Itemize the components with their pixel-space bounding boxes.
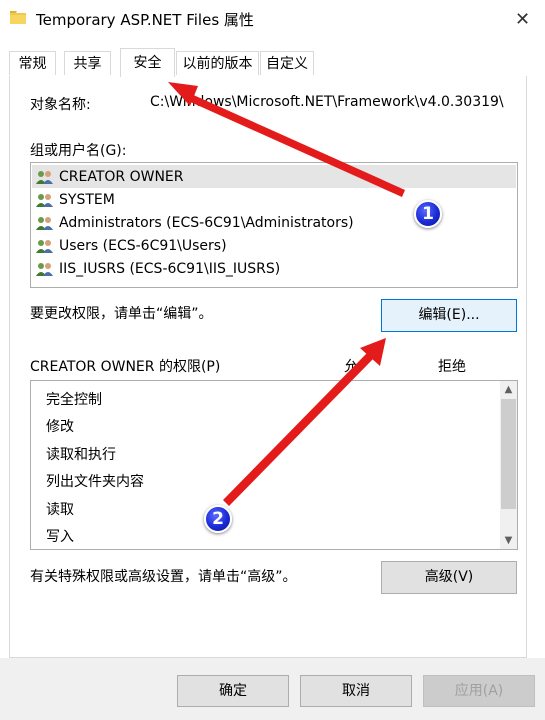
- apply-button[interactable]: 应用(A): [423, 675, 535, 707]
- user-group-icon: [35, 215, 55, 231]
- folder-icon: [10, 11, 26, 24]
- scroll-thumb[interactable]: [501, 399, 516, 509]
- object-name-label: 对象名称:: [30, 97, 91, 113]
- step-badge-1: 1: [414, 200, 442, 228]
- user-label: Users (ECS-6C91\Users): [59, 237, 227, 254]
- dialog-footer: 确定 取消 应用(A): [0, 658, 545, 720]
- tab-previous-versions[interactable]: 以前的版本: [176, 51, 259, 75]
- users-listbox[interactable]: CREATOR OWNER SYSTEM Administrators (ECS…: [30, 162, 518, 288]
- permissions-scrollbar[interactable]: ▲ ▼: [500, 381, 517, 549]
- permission-item: 列出文件夹内容: [46, 474, 144, 490]
- edit-button[interactable]: 编辑(E)...: [381, 299, 517, 332]
- user-label: CREATOR OWNER: [59, 168, 184, 185]
- list-item[interactable]: Administrators (ECS-6C91\Administrators): [32, 211, 516, 234]
- tab-sharing[interactable]: 共享: [64, 51, 111, 75]
- advanced-hint-text: 有关特殊权限或高级设置，请单击“高级”。: [30, 569, 297, 585]
- step-badge-2: 2: [204, 505, 232, 533]
- list-item[interactable]: CREATOR OWNER: [32, 165, 516, 188]
- user-group-icon: [35, 261, 55, 277]
- user-group-icon: [35, 192, 55, 208]
- change-hint-text: 要更改权限，请单击“编辑”。: [30, 306, 213, 322]
- scroll-down-icon[interactable]: ▼: [500, 532, 517, 549]
- ok-button[interactable]: 确定: [177, 675, 289, 707]
- list-item[interactable]: IIS_IUSRS (ECS-6C91\IIS_IUSRS): [32, 257, 516, 280]
- permissions-listbox: 完全控制 修改 读取和执行 列出文件夹内容 读取 写入 ▲ ▼: [30, 380, 518, 550]
- permissions-label: CREATOR OWNER 的权限(P): [30, 359, 221, 375]
- tab-general[interactable]: 常规: [9, 51, 56, 75]
- tab-security[interactable]: 安全: [120, 48, 175, 77]
- permission-item: 完全控制: [46, 392, 102, 408]
- scroll-up-icon[interactable]: ▲: [500, 381, 517, 398]
- tab-customize[interactable]: 自定义: [260, 51, 314, 75]
- permission-item: 修改: [46, 419, 74, 435]
- user-label: IIS_IUSRS (ECS-6C91\IIS_IUSRS): [59, 260, 281, 277]
- window-title: Temporary ASP.NET Files 属性: [36, 11, 254, 29]
- close-icon: ✕: [514, 8, 531, 30]
- groups-label: 组或用户名(G):: [30, 143, 127, 159]
- permission-item: 读取: [46, 502, 74, 518]
- user-label: SYSTEM: [59, 191, 115, 208]
- user-group-icon: [35, 238, 55, 254]
- object-name-value: C:\Windows\Microsoft.NET\Framework\v4.0.…: [150, 94, 504, 110]
- list-item[interactable]: Users (ECS-6C91\Users): [32, 234, 516, 257]
- list-item[interactable]: SYSTEM: [32, 188, 516, 211]
- allow-column-header: 允: [344, 359, 358, 375]
- permission-item: 写入: [46, 529, 74, 545]
- title-bar: Temporary ASP.NET Files 属性 ✕: [0, 0, 545, 38]
- user-group-icon: [35, 169, 55, 185]
- user-label: Administrators (ECS-6C91\Administrators): [59, 214, 354, 231]
- advanced-button[interactable]: 高级(V): [381, 561, 517, 594]
- tab-strip: 常规 共享 安全 以前的版本 自定义: [9, 48, 529, 77]
- cancel-button[interactable]: 取消: [300, 675, 412, 707]
- deny-column-header: 拒绝: [438, 359, 466, 375]
- permission-item: 读取和执行: [46, 447, 116, 463]
- close-button[interactable]: ✕: [500, 0, 545, 38]
